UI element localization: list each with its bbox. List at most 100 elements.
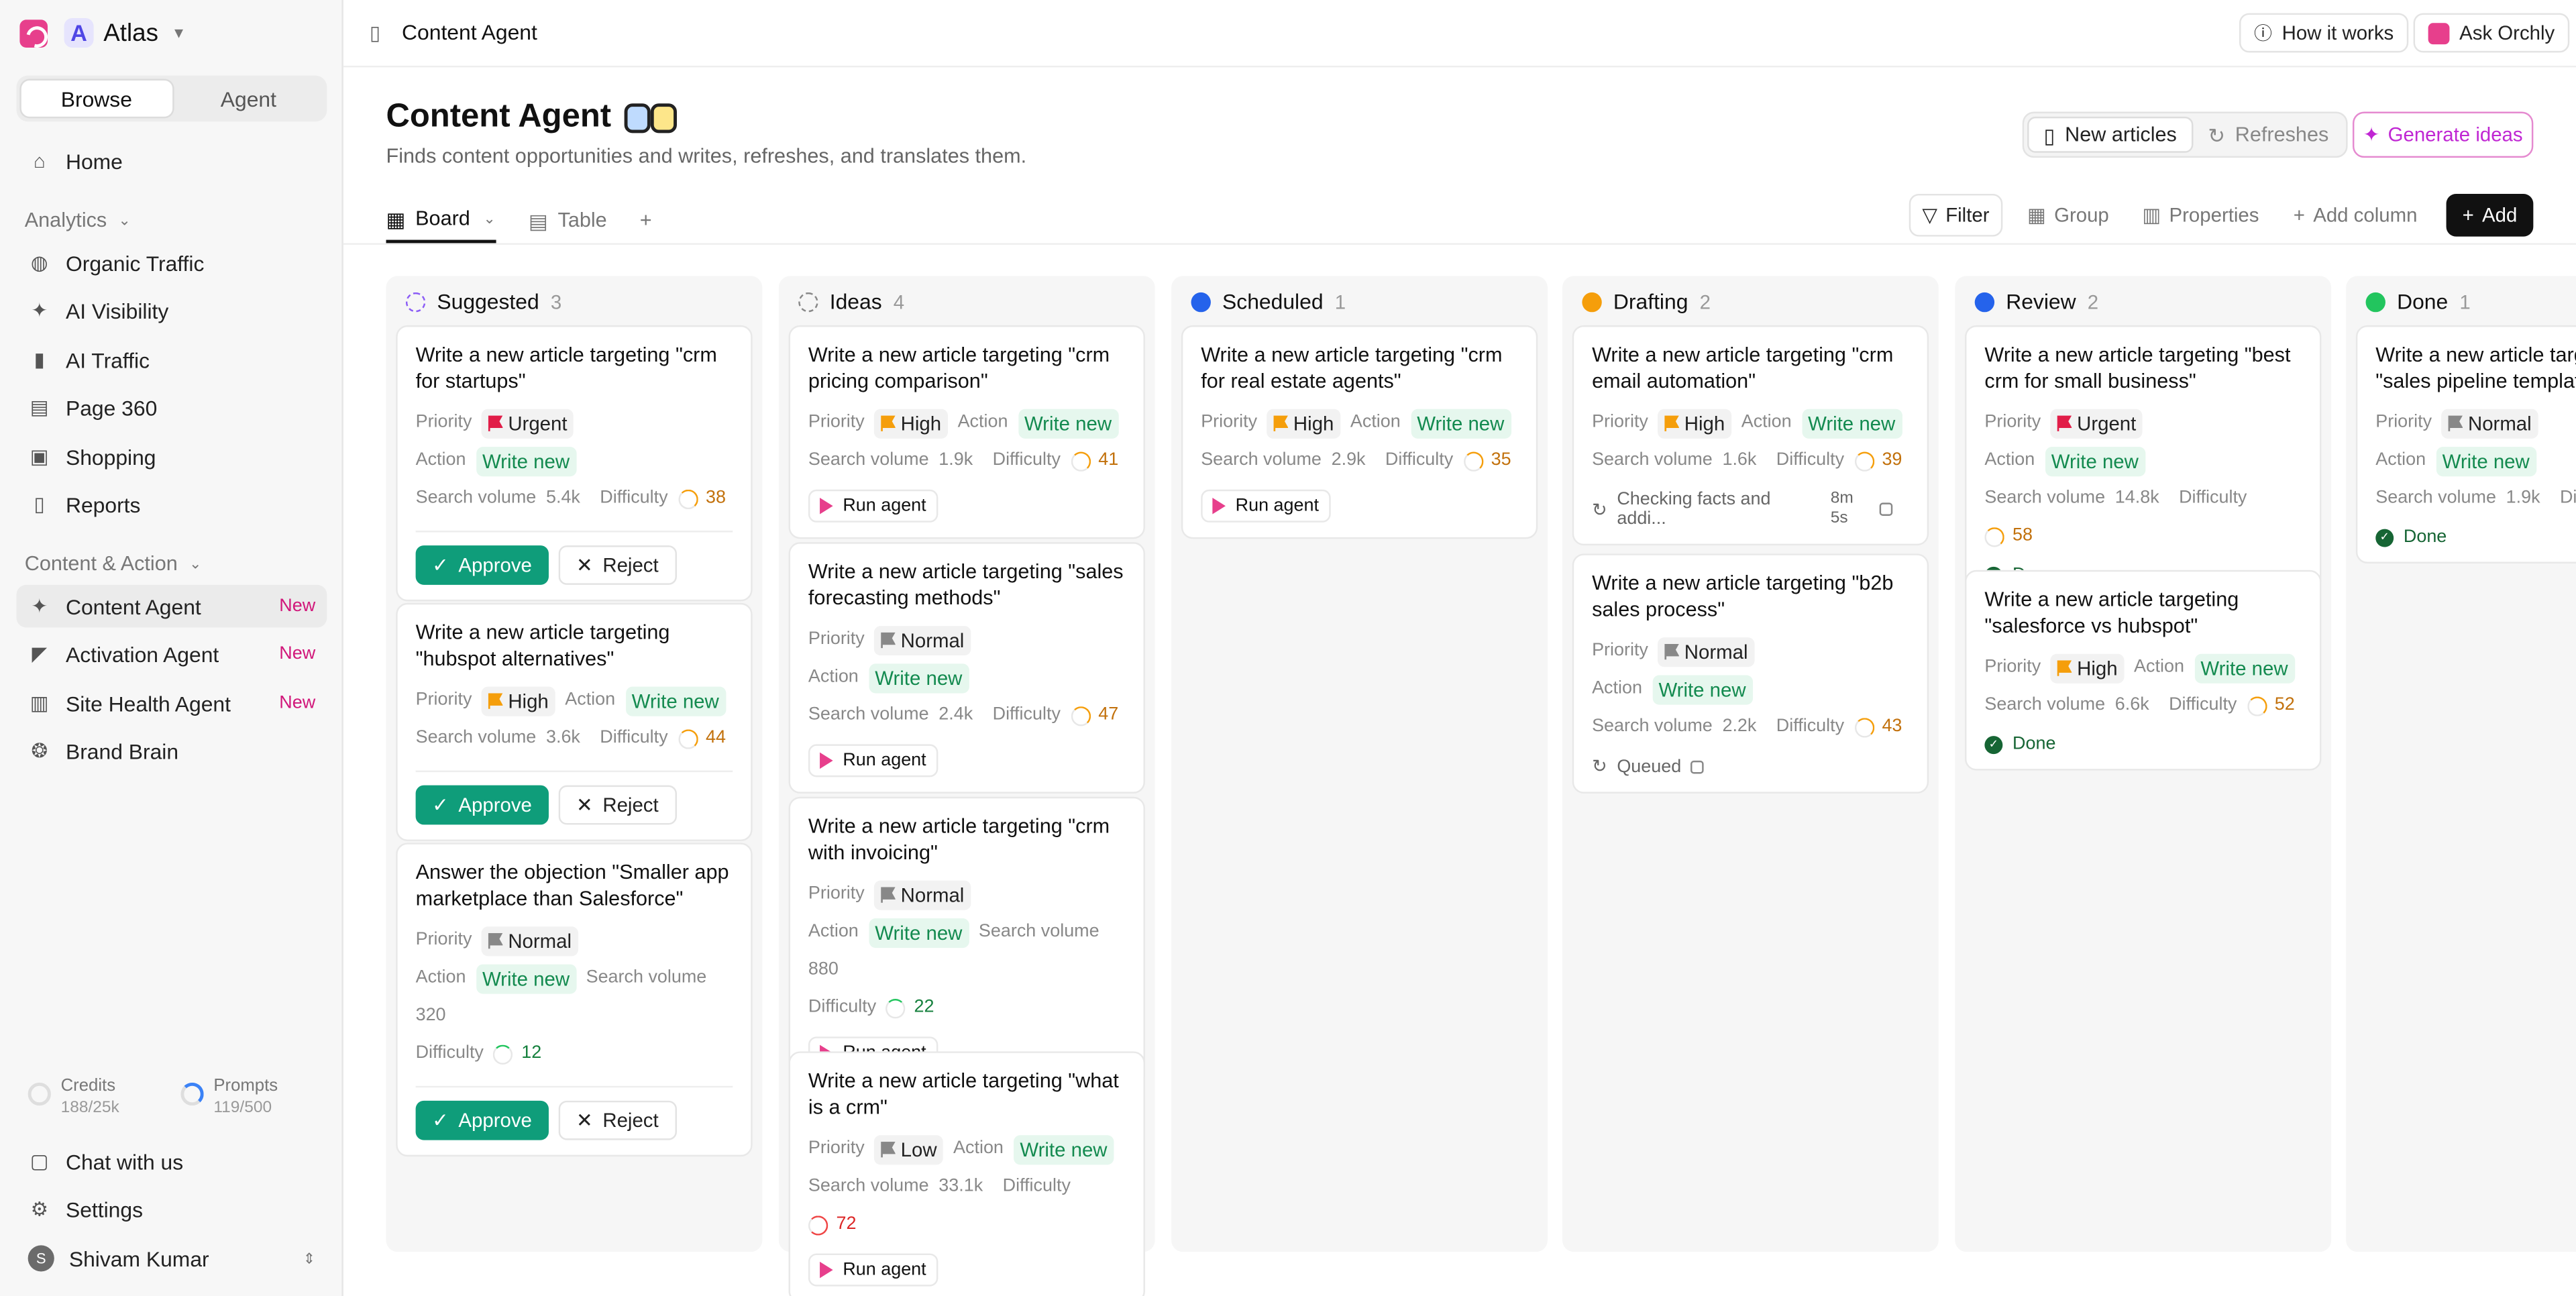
priority-tag[interactable]: High (874, 408, 948, 438)
sidebar-item-brand-brain[interactable]: ❂ Brand Brain (16, 729, 327, 772)
sidebar-item-home[interactable]: ⌂ Home (16, 140, 327, 182)
sidebar-item-organic-traffic[interactable]: ◍ Organic Traffic (16, 241, 327, 284)
action-tag[interactable]: Write new (1013, 1134, 1114, 1165)
globe-icon: ◍ (30, 251, 48, 274)
action-tag[interactable]: Write new (476, 963, 576, 993)
card[interactable]: Answer the objection "Smaller app market… (396, 843, 753, 1157)
column-count: 2 (2087, 290, 2099, 313)
meta-label: Search volume (2375, 488, 2496, 508)
how-it-works-button[interactable]: ⓘ How it works (2239, 13, 2409, 53)
card[interactable]: Write a new article targeting "sales for… (788, 542, 1145, 794)
run-agent-button[interactable]: Run agent (808, 489, 938, 523)
sidebar-item-ai-traffic[interactable]: ▮ AI Traffic (16, 338, 327, 381)
card[interactable]: Write a new article targeting "salesforc… (1965, 570, 2322, 771)
action-tag[interactable]: Write new (1018, 408, 1118, 438)
sidebar-item-content-agent[interactable]: ✦ Content Agent New (16, 584, 327, 628)
meta-label: Search volume (1984, 694, 2106, 715)
sidebar-item-ai-visibility[interactable]: ✦ AI Visibility (16, 289, 327, 332)
avatar: S (28, 1245, 54, 1272)
priority-tag[interactable]: Normal (874, 625, 971, 655)
mode-browse[interactable]: Browse (19, 78, 174, 119)
reject-button[interactable]: ✕ Reject (558, 785, 677, 825)
generate-ideas-button[interactable]: ✦ Generate ideas (2352, 111, 2534, 158)
tab-table[interactable]: ▤ Table (529, 197, 607, 244)
toggle-new-articles[interactable]: ▯ New articles (2027, 116, 2194, 153)
properties-button[interactable]: ▥ Properties (2142, 194, 2259, 237)
ask-orchly-button[interactable]: Ask Orchly (2413, 13, 2570, 53)
meta-label: Action (2375, 450, 2426, 470)
check-circle-icon: ✓ (2375, 528, 2394, 547)
action-tag[interactable]: Write new (625, 686, 726, 716)
add-button[interactable]: + Add (2446, 193, 2534, 237)
mascot-icon (650, 103, 678, 133)
card[interactable]: Write a new article targeting "what is a… (788, 1051, 1145, 1296)
card[interactable]: Write a new article targeting "crm for r… (1181, 325, 1538, 539)
approve-button[interactable]: ✓ Approve (415, 785, 549, 825)
card[interactable]: Write a new article targ "sales pipeline… (2355, 325, 2576, 564)
action-tag[interactable]: Write new (476, 445, 576, 476)
action-tag[interactable]: Write new (868, 917, 969, 947)
section-analytics[interactable]: Analytics ⌄ (25, 209, 131, 231)
filter-button[interactable]: ▽ Filter (1909, 193, 2003, 237)
clock-icon (1191, 291, 1211, 312)
priority-tag[interactable]: Normal (2441, 408, 2538, 438)
reject-button[interactable]: ✕ Reject (558, 1100, 677, 1140)
card[interactable]: Write a new article targeting "crm email… (1572, 325, 1929, 546)
add-column-button[interactable]: + Add column (2294, 194, 2418, 237)
mode-agent[interactable]: Agent (173, 79, 323, 119)
sidebar-item-page-360[interactable]: ▤ Page 360 (16, 386, 327, 429)
approve-button[interactable]: ✓ Approve (415, 1100, 549, 1140)
chat-with-us[interactable]: ▢ Chat with us (16, 1140, 327, 1183)
stop-icon[interactable] (1690, 759, 1705, 773)
run-agent-button[interactable]: Run agent (1201, 489, 1331, 523)
card[interactable]: Write a new article targeting "b2b sales… (1572, 553, 1929, 794)
priority-tag[interactable]: Urgent (482, 408, 574, 438)
settings[interactable]: ⚙ Settings (16, 1188, 327, 1231)
bag-icon: ▣ (30, 445, 49, 468)
action-tag[interactable]: Write new (868, 663, 969, 693)
group-button[interactable]: ▦ Group (2027, 194, 2109, 237)
priority-tag[interactable]: Low (874, 1134, 944, 1165)
priority-tag[interactable]: Normal (874, 879, 971, 910)
sidebar-item-shopping[interactable]: ▣ Shopping (16, 435, 327, 478)
priority-tag[interactable]: High (1658, 408, 1732, 438)
meta-label: Action (1741, 412, 1792, 433)
run-agent-button[interactable]: Run agent (808, 1253, 938, 1287)
flag-icon (881, 886, 896, 903)
card[interactable]: Write a new article targeting "crm for s… (396, 325, 753, 602)
priority-tag[interactable]: Normal (482, 926, 578, 956)
priority-tag[interactable]: High (1267, 408, 1341, 438)
tab-board[interactable]: ▦ Board ⌄ (386, 197, 496, 244)
action-tag[interactable]: Write new (1652, 674, 1753, 704)
add-view-button[interactable]: + (640, 197, 652, 244)
sidebar-item-activation-agent[interactable]: ◤ Activation Agent New (16, 633, 327, 676)
run-agent-button[interactable]: Run agent (808, 744, 938, 777)
workspace-switcher[interactable]: A Atlas ▼ (19, 16, 186, 49)
sidebar-item-reports[interactable]: ▯ Reports (16, 483, 327, 526)
button-label: Add column (2313, 203, 2418, 227)
approve-button[interactable]: ✓ Approve (415, 545, 549, 585)
card[interactable]: Write a new article targeting "hubspot a… (396, 602, 753, 841)
action-tag[interactable]: Write new (2194, 653, 2295, 683)
action-tag[interactable]: Write new (1801, 408, 1902, 438)
sidebar-item-site-health-agent[interactable]: ▥ Site Health Agent New (16, 682, 327, 724)
sidebar-item-label: AI Traffic (65, 347, 150, 372)
user-menu[interactable]: S Shivam Kumar ⇕ (16, 1237, 327, 1280)
priority-tag[interactable]: High (482, 686, 555, 716)
reject-button[interactable]: ✕ Reject (558, 545, 677, 585)
stop-icon[interactable] (1880, 502, 1893, 516)
action-tag[interactable]: Write new (1410, 408, 1511, 438)
card[interactable]: Write a new article targeting "crm prici… (788, 325, 1145, 539)
card[interactable]: Write a new article targeting "crm with … (788, 796, 1145, 1086)
button-label: Approve (458, 553, 532, 577)
action-tag[interactable]: Write new (2044, 445, 2145, 476)
card[interactable]: Write a new article targeting "best crm … (1965, 325, 2322, 602)
meta-label: Action (1592, 678, 1642, 698)
priority-tag[interactable]: Normal (1658, 636, 1755, 667)
priority-tag[interactable]: High (2050, 653, 2125, 683)
section-content-action[interactable]: Content & Action ⌄ (25, 552, 202, 575)
toggle-refreshes[interactable]: ↻ Refreshes (2193, 117, 2343, 153)
priority-tag[interactable]: Urgent (2050, 408, 2143, 438)
sidebar-toggle-icon[interactable]: ▯ (370, 21, 380, 44)
action-tag[interactable]: Write new (2435, 445, 2536, 476)
